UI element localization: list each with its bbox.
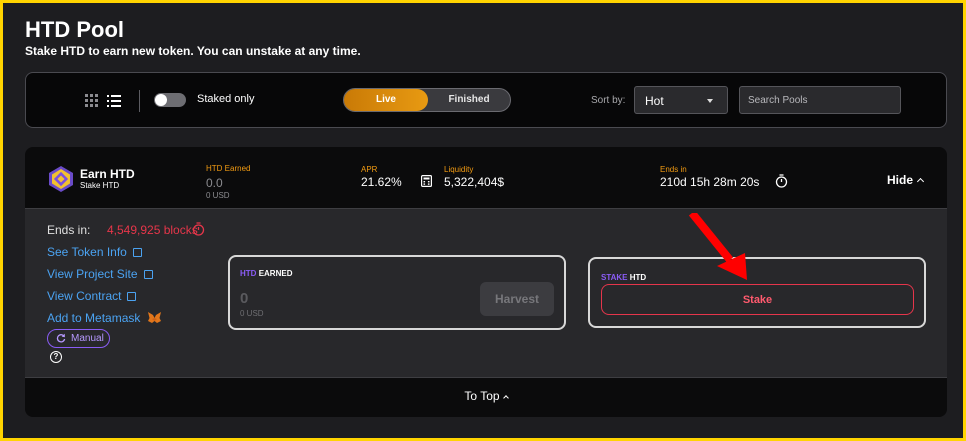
tab-live[interactable]: Live bbox=[344, 89, 428, 111]
htd-earned-value: 0.0 bbox=[206, 176, 223, 190]
earned-usd: 0 USD bbox=[240, 309, 264, 318]
help-icon[interactable]: ? bbox=[50, 351, 62, 363]
to-top-button[interactable]: To Top bbox=[25, 389, 947, 403]
earned-panel: HTD EARNED 0 0 USD Harvest bbox=[228, 255, 566, 330]
red-arrow-icon bbox=[688, 213, 747, 280]
harvest-button[interactable]: Harvest bbox=[480, 282, 554, 316]
ends-in-label: Ends in bbox=[660, 165, 687, 174]
stake-panel-label: STAKE HTD bbox=[601, 273, 646, 282]
view-contract-link[interactable]: View Contract bbox=[47, 289, 137, 303]
list-view-icon[interactable] bbox=[107, 94, 121, 108]
view-contract-label: View Contract bbox=[47, 289, 122, 303]
stake-button[interactable]: Stake bbox=[601, 284, 914, 315]
pool-subtitle: Stake HTD bbox=[80, 181, 120, 190]
earned-text: EARNED bbox=[258, 269, 293, 278]
hide-details-button[interactable]: Hide bbox=[887, 173, 925, 187]
pool-details: Ends in: 4,549,925 blocks See Token Info… bbox=[25, 208, 947, 378]
staked-only-toggle[interactable] bbox=[154, 93, 186, 107]
caret-down-icon bbox=[707, 99, 713, 103]
external-link-icon bbox=[132, 248, 142, 257]
timer-icon bbox=[192, 222, 205, 236]
tab-finished[interactable]: Finished bbox=[428, 89, 510, 111]
refresh-icon bbox=[56, 333, 66, 343]
see-token-info-link[interactable]: See Token Info bbox=[47, 245, 142, 259]
manual-label: Manual bbox=[71, 333, 104, 344]
hide-label: Hide bbox=[887, 173, 914, 187]
pool-card: Earn HTD Stake HTD HTD Earned 0.0 0 USD … bbox=[25, 147, 947, 417]
sort-select[interactable]: Hot bbox=[634, 86, 728, 114]
htd-token-icon bbox=[49, 166, 73, 192]
ends-in-value: 210d 15h 28m 20s bbox=[660, 175, 760, 189]
chevron-up-icon bbox=[502, 395, 509, 401]
htd-earned-usd: 0 USD bbox=[206, 191, 230, 200]
live-finished-switch: Live Finished bbox=[343, 88, 511, 112]
toolbar-divider bbox=[139, 90, 140, 112]
pool-title: Earn HTD bbox=[80, 167, 135, 181]
stopwatch-icon bbox=[775, 174, 788, 188]
htd-earned-label: HTD Earned bbox=[206, 164, 251, 173]
search-pools-input[interactable] bbox=[739, 86, 901, 114]
add-to-metamask-link[interactable]: Add to Metamask bbox=[47, 311, 161, 325]
earned-panel-label: HTD EARNED bbox=[240, 269, 292, 278]
see-token-info-label: See Token Info bbox=[47, 245, 127, 259]
external-link-icon bbox=[127, 292, 137, 301]
sort-value: Hot bbox=[645, 94, 664, 108]
earned-token: HTD bbox=[240, 269, 257, 278]
metamask-fox-icon bbox=[147, 312, 161, 323]
manual-badge: Manual bbox=[47, 329, 110, 348]
apr-value: 21.62% bbox=[361, 175, 402, 189]
view-project-site-label: View Project Site bbox=[47, 267, 138, 281]
add-to-metamask-label: Add to Metamask bbox=[47, 311, 141, 325]
details-ends-in-blocks: 4,549,925 blocks bbox=[107, 223, 198, 237]
grid-view-icon[interactable] bbox=[85, 94, 99, 108]
app-window: HTD Pool Stake HTD to earn new token. Yo… bbox=[3, 3, 963, 438]
details-ends-in-label: Ends in: bbox=[47, 223, 91, 237]
stake-text: STAKE bbox=[601, 273, 628, 282]
liquidity-label: Liquidity bbox=[444, 165, 474, 174]
calculator-icon[interactable] bbox=[421, 175, 432, 187]
pool-toolbar: Staked only Live Finished Sort by: Hot bbox=[25, 72, 947, 128]
chevron-up-icon bbox=[916, 177, 925, 186]
earned-amount: 0 bbox=[240, 290, 249, 307]
to-top-label: To Top bbox=[464, 389, 500, 403]
page-title: HTD Pool bbox=[25, 17, 124, 42]
sort-label: Sort by: bbox=[591, 95, 626, 106]
page-subtitle: Stake HTD to earn new token. You can uns… bbox=[25, 44, 361, 58]
apr-label: APR bbox=[361, 165, 378, 174]
liquidity-value: 5,322,404$ bbox=[444, 175, 505, 189]
stake-token: HTD bbox=[629, 273, 647, 282]
external-link-icon bbox=[143, 270, 153, 279]
staked-only-label: Staked only bbox=[197, 93, 255, 105]
view-project-site-link[interactable]: View Project Site bbox=[47, 267, 153, 281]
